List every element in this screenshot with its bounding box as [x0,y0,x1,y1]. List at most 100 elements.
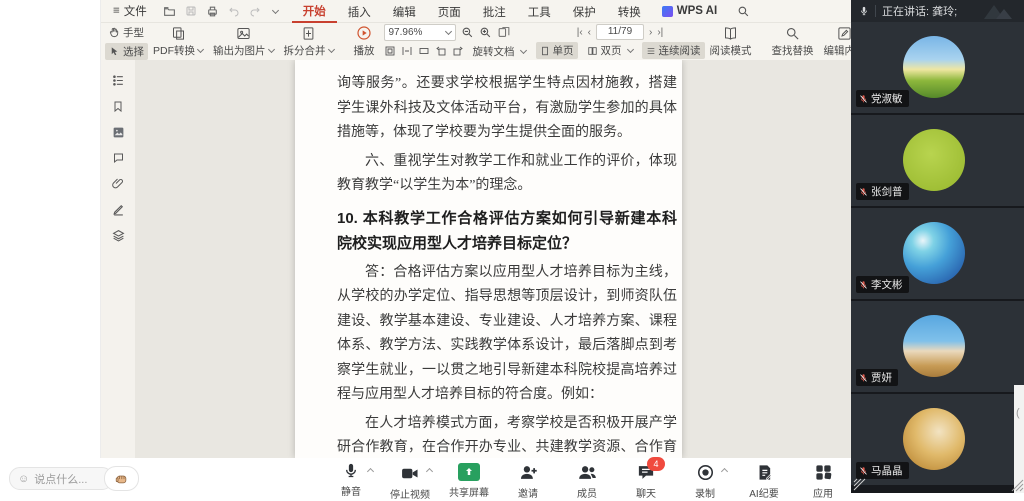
muted-mic-icon [859,94,868,104]
apps-button[interactable]: 应用 [802,461,844,501]
page-text: 询等服务”。还要求学校根据学生特点因材施教，搭建学生课外科技及文体活动平台，有激… [295,60,682,458]
chevron-down-icon [197,45,204,52]
participant-tile[interactable]: 马晶晶 [851,394,1024,485]
resize-grip-left-icon[interactable] [853,478,866,491]
zoom-in-icon[interactable] [479,26,492,39]
double-page-button[interactable]: 双页 [583,42,637,59]
mute-button[interactable]: 静音 [330,461,372,501]
speaking-label: 正在讲话: 龚玲; [882,3,957,19]
attachment-icon[interactable] [112,177,124,190]
mic-icon [859,5,869,17]
zoom-level-select[interactable]: 97.96% [384,24,456,41]
tab-wps-ai[interactable]: WPS AI [652,5,727,17]
redo-icon[interactable] [249,5,261,17]
chevron-up-icon[interactable] [367,468,374,475]
menu-bar: ≡ 文件 开始 插入 编辑 页面 批注 工具 保护 转换 WPS AI [101,0,852,22]
undo-icon[interactable] [228,5,240,17]
export-image-button[interactable]: 输出为图片 [208,25,279,59]
avatar [903,36,965,98]
tab-page[interactable]: 页面 [427,1,472,22]
meeting-app-logo [976,1,1016,24]
find-replace-button[interactable]: 查找替换 [767,25,819,59]
document-area[interactable]: 询等服务”。还要求学校根据学生特点因材施教，搭建学生课外科技及文体活动平台，有激… [135,60,852,458]
participant-tile[interactable]: 李文彬 [851,208,1024,299]
chat-quick-input[interactable]: ☺ 说点什么... [9,467,113,490]
avatar [903,222,965,284]
chevron-up-icon[interactable] [426,468,433,475]
resize-grip-right-icon[interactable] [1011,479,1024,492]
bookmark-icon[interactable] [112,100,124,113]
paragraph: 询等服务”。还要求学校根据学生特点因材施教，搭建学生课外科技及文体活动平台，有激… [337,72,677,146]
file-menu-label: 文件 [124,3,147,19]
participant-nametag: 马晶晶 [856,462,909,479]
tab-tools[interactable]: 工具 [517,1,562,22]
invite-button[interactable]: 邀请 [507,461,549,501]
meeting-bottom-bar: ☺ 说点什么... 静音 停止视频 共享屏幕 邀请 成员 [0,458,851,493]
select-tool-button[interactable]: 选择 [105,43,148,60]
fit-window-icon[interactable] [384,45,396,57]
pages-icon[interactable] [497,26,511,39]
members-button[interactable]: 成员 [566,461,608,501]
thumbnail-icon[interactable] [112,126,125,139]
record-button[interactable]: 录制 [684,461,726,501]
share-screen-icon [458,463,480,481]
tab-protect[interactable]: 保护 [562,1,607,22]
outline-icon[interactable] [112,74,125,87]
page-number-input[interactable]: 11/79 [596,24,644,40]
read-mode-button[interactable]: 阅读模式 [705,25,757,59]
tab-home[interactable]: 开始 [292,0,337,23]
avatar [903,408,965,470]
paragraph: 六、重视学生对教学工作和就业工作的评价，体现教育教学“以学生为本”的理念。 [337,150,677,199]
prev-page-icon[interactable]: ‹ [588,27,591,38]
ai-notes-button[interactable]: AI纪要 [743,461,785,501]
open-folder-icon[interactable] [163,5,176,18]
signature-pen-icon[interactable] [112,203,125,216]
hand-tool-button[interactable]: 手型 [105,24,148,41]
participant-tile[interactable]: 党淑敏 [851,22,1024,113]
play-button[interactable]: 播放 [349,24,380,59]
chevron-up-icon[interactable] [721,468,728,475]
chat-badge: 4 [647,457,665,471]
zoom-out-icon[interactable] [461,26,474,39]
rotate-right-icon[interactable] [452,45,464,57]
tab-insert[interactable]: 插入 [337,1,382,22]
save-icon[interactable] [185,5,197,17]
file-menu-button[interactable]: ≡ 文件 [107,3,153,19]
tab-convert[interactable]: 转换 [607,1,652,22]
chat-placeholder: 说点什么... [34,471,87,487]
continuous-read-button[interactable]: 连续阅读 [642,42,705,59]
comment-icon[interactable] [112,152,125,164]
fist-icon [114,471,129,486]
search-icon[interactable] [737,5,750,18]
chevron-down-icon [327,45,334,52]
participant-tile[interactable]: 张剑普 [851,115,1024,206]
tab-edit[interactable]: 编辑 [382,1,427,22]
stop-video-button[interactable]: 停止视频 [389,461,431,501]
next-page-icon[interactable]: › [649,27,652,38]
fit-width-icon[interactable] [401,45,413,57]
last-page-icon[interactable]: ›| [657,27,663,38]
fit-page-icon[interactable] [418,45,430,57]
participant-nametag: 李文彬 [856,276,909,293]
participant-tile[interactable]: 贾妍 [851,301,1024,392]
split-merge-button[interactable]: 拆分合并 [279,25,339,59]
avatar [903,129,965,191]
question-heading: 10. 本科教学工作合格评估方案如何引导新建本科院校实现应用型人才培养目标定位？ [337,206,677,256]
participant-name: 张剑普 [871,184,903,199]
smiley-icon: ☺ [18,473,29,485]
pdf-convert-button[interactable]: PDF转换 [148,25,208,59]
collapse-handle-icon[interactable]: ( [1016,407,1020,419]
single-page-button[interactable]: 单页 [536,42,578,59]
reaction-fist-button[interactable] [104,466,139,491]
meeting-sidebar: 正在讲话: 龚玲; 党淑敏 张剑普 李文彬 贾妍 马晶晶 [851,0,1024,493]
first-page-icon[interactable]: |‹ [577,27,583,38]
share-screen-button[interactable]: 共享屏幕 [448,461,490,501]
quickbar-dropdown-icon[interactable] [272,6,279,13]
rotate-doc-button[interactable]: 旋转文档 [469,43,530,60]
print-icon[interactable] [206,5,219,18]
pdf-page[interactable]: 询等服务”。还要求学校根据学生特点因材施教，搭建学生课外科技及文体活动平台，有激… [295,60,682,458]
chat-button[interactable]: 4 聊天 [625,461,667,501]
rotate-left-icon[interactable] [435,45,447,57]
tab-comment[interactable]: 批注 [472,1,517,22]
layers-icon[interactable] [112,229,125,242]
